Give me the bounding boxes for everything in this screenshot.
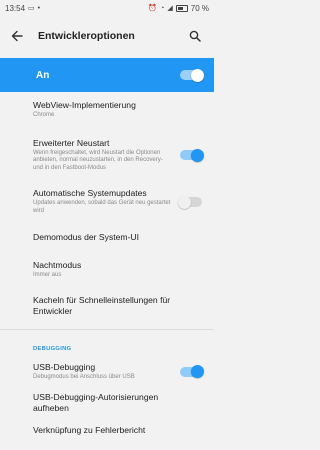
row-title: Erweiterter Neustart xyxy=(33,137,110,148)
row-texts: USB-Debugging Debugmodus bei Anschluss ü… xyxy=(33,362,180,382)
setting-webview[interactable]: WebView-Implementierung Chrome xyxy=(0,96,214,124)
row-texts: USB-Debugging-Autorisierungen aufheben xyxy=(33,392,202,414)
row-subtitle: Debugmodus bei Anschluss über USB xyxy=(33,373,135,380)
alarm-icon: ⏰ xyxy=(148,4,158,12)
row-title: Nachtmodus xyxy=(33,260,82,271)
status-right: ⏰ ◔ ◢ 70 % xyxy=(148,4,209,13)
row-subtitle: Immer aus xyxy=(33,272,62,279)
battery-icon xyxy=(175,4,188,12)
row-texts: Nachtmodus Immer aus xyxy=(33,260,202,280)
setting-demo-mode[interactable]: Demomodus der System-UI xyxy=(0,224,214,250)
setting-advanced-reboot[interactable]: Erweiterter Neustart Wenn freigeschaltet… xyxy=(0,130,214,180)
setting-quick-tiles[interactable]: Kacheln für Schnelleinstellungen für Ent… xyxy=(0,292,214,320)
notification-icon: ▭ xyxy=(28,4,35,12)
row-texts: WebView-Implementierung Chrome xyxy=(33,100,202,120)
toggle-knob xyxy=(191,365,204,378)
battery-percent: 70 % xyxy=(190,3,209,13)
row-subtitle: Updates anwenden, sobald das Gerät neu g… xyxy=(33,200,171,214)
search-button[interactable] xyxy=(184,25,206,47)
settings-list: WebView-Implementierung Chrome Erweitert… xyxy=(0,92,214,442)
wifi-icon: ◔ xyxy=(160,4,165,12)
status-time: 13:54 xyxy=(5,3,26,13)
row-subtitle: Wenn freigeschaltet, wird Neustart die O… xyxy=(33,149,163,171)
back-button[interactable] xyxy=(6,25,28,47)
row-title: Kacheln für Schnelleinstellungen für Ent… xyxy=(33,295,171,316)
row-texts: Kacheln für Schnelleinstellungen für Ent… xyxy=(33,295,202,317)
row-texts: Erweiterter Neustart Wenn freigeschaltet… xyxy=(33,138,180,173)
setting-usb-debugging[interactable]: USB-Debugging Debugmodus bei Anschluss ü… xyxy=(0,358,214,386)
status-left: 13:54 ▭ • xyxy=(5,4,40,13)
search-icon xyxy=(189,30,201,42)
auto-updates-toggle[interactable] xyxy=(178,195,202,209)
master-toggle[interactable] xyxy=(180,68,204,82)
row-texts: Verknüpfung zu Fehlerbericht xyxy=(33,425,202,436)
row-title: WebView-Implementierung xyxy=(33,100,136,111)
battery-fill xyxy=(177,6,184,10)
signal-icon: ◢ xyxy=(167,4,173,12)
row-title: Verknüpfung zu Fehlerbericht xyxy=(33,425,146,435)
row-texts: Automatische Systemupdates Updates anwen… xyxy=(33,188,180,215)
section-header-debugging: DEBUGGING xyxy=(33,345,72,352)
toggle-knob xyxy=(191,148,204,162)
master-switch-bar[interactable]: An xyxy=(0,58,214,92)
row-title: Demomodus der System-UI xyxy=(33,231,140,242)
status-bar: 13:54 ▭ • ⏰ ◔ ◢ 70 % xyxy=(0,0,214,16)
row-title: Automatische Systemupdates xyxy=(33,188,147,199)
notification-dots-icon: • xyxy=(37,4,41,12)
row-texts: Demomodus der System-UI xyxy=(33,232,202,243)
app-bar: Entwickleroptionen xyxy=(0,16,214,56)
setting-bug-report-shortcut[interactable]: Verknüpfung zu Fehlerbericht xyxy=(0,420,214,442)
master-switch-label: An xyxy=(36,69,50,81)
setting-revoke-usb-auth[interactable]: USB-Debugging-Autorisierungen aufheben xyxy=(0,392,214,414)
toggle-knob xyxy=(178,195,191,209)
section-divider xyxy=(0,329,214,330)
toggle-knob xyxy=(191,68,204,82)
page-title: Entwickleroptionen xyxy=(38,30,135,42)
arrow-left-icon xyxy=(11,30,23,42)
row-title: USB-Debugging xyxy=(33,361,96,372)
usb-debugging-toggle[interactable] xyxy=(180,365,204,378)
row-title: USB-Debugging-Autorisierungen aufheben xyxy=(33,391,159,413)
row-subtitle: Chrome xyxy=(33,112,55,119)
setting-night-mode[interactable]: Nachtmodus Immer aus xyxy=(0,256,214,284)
setting-auto-updates[interactable]: Automatische Systemupdates Updates anwen… xyxy=(0,186,214,218)
advanced-reboot-toggle[interactable] xyxy=(180,148,204,162)
